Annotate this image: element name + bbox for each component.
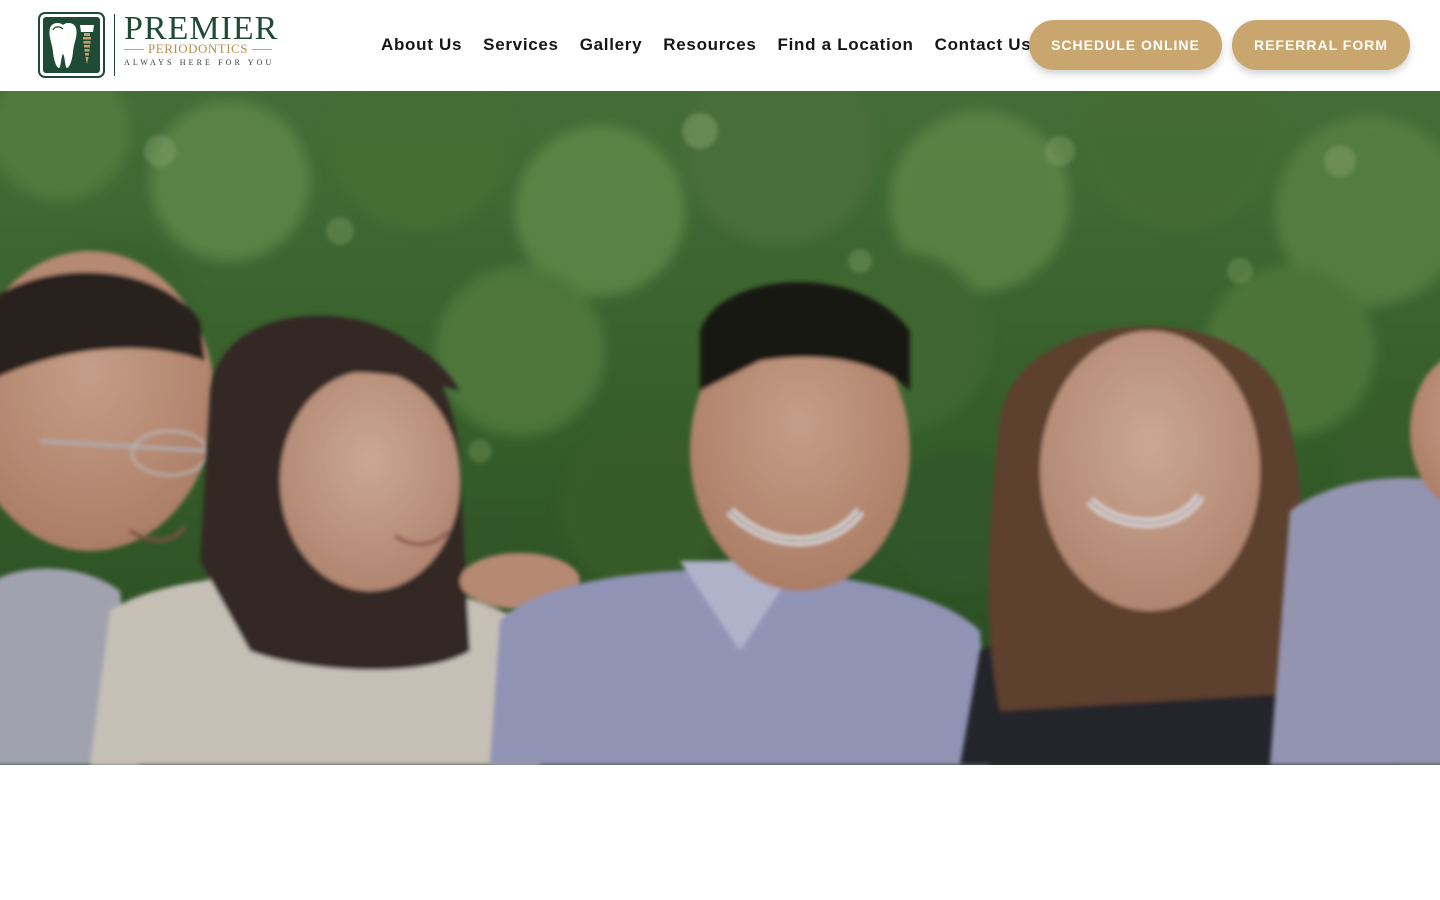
schedule-online-button[interactable]: SCHEDULE ONLINE [1029,20,1222,70]
logo-rule-left [124,48,145,50]
nav-contact-us[interactable]: Contact Us [935,35,1032,55]
logo-subtitle: PERIODONTICS [148,41,248,56]
logo-divider [114,14,115,76]
main-nav: About Us Services Gallery Resources Find… [381,34,1031,56]
referral-form-button[interactable]: REFERRAL FORM [1232,20,1410,70]
site-header: PREMIER PERIODONTICS ALWAYS HERE FOR YOU… [0,0,1440,91]
nav-gallery[interactable]: Gallery [580,35,643,55]
logo-tagline: ALWAYS HERE FOR YOU [124,58,275,67]
nav-find-a-location[interactable]: Find a Location [778,35,914,55]
hero-photo-illustration [0,91,1440,765]
nav-services[interactable]: Services [483,35,559,55]
hero-team-photo [0,91,1440,765]
nav-resources[interactable]: Resources [663,35,756,55]
logo-subtitle-row: PERIODONTICS [124,42,272,56]
logo-rule-right [251,48,272,50]
nav-about-us[interactable]: About Us [381,35,462,55]
site-logo[interactable]: PREMIER PERIODONTICS ALWAYS HERE FOR YOU [38,12,278,80]
tooth-logo-icon [38,12,105,78]
content-section-empty [0,765,1440,900]
